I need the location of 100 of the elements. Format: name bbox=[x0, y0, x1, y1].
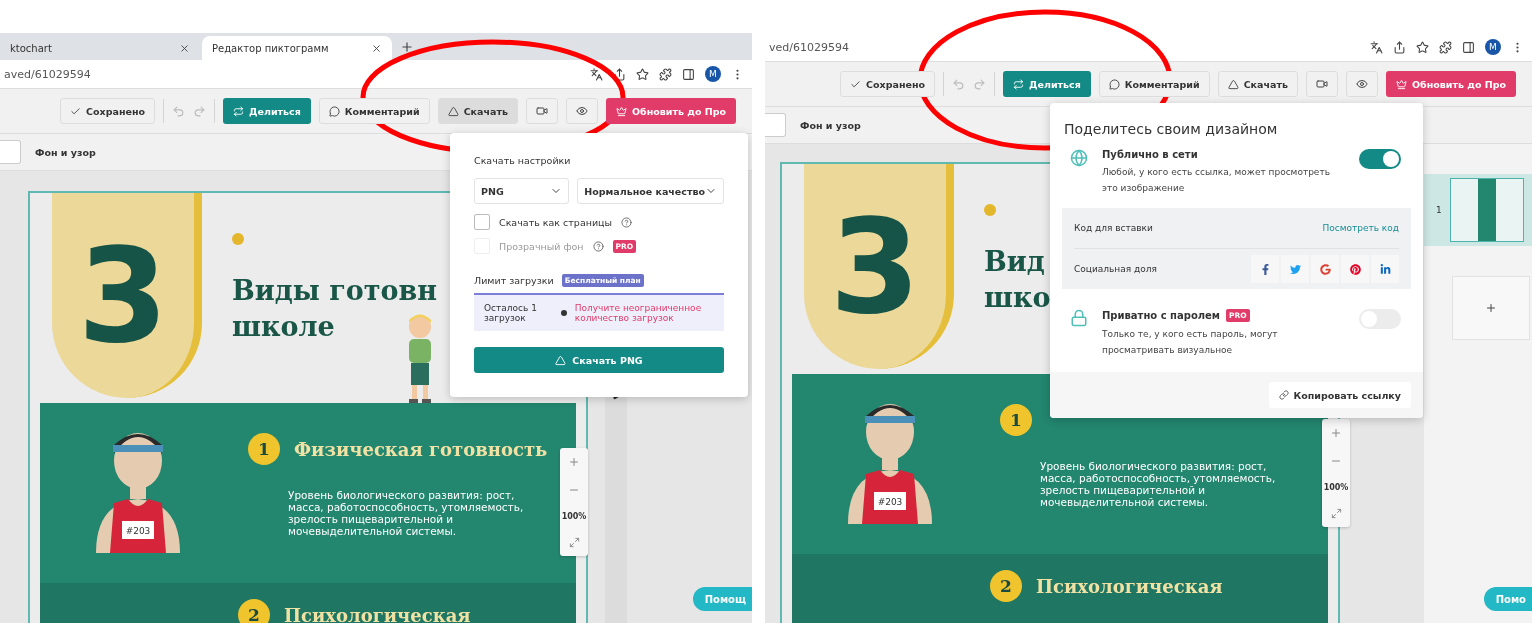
infographic-title-line: школе bbox=[232, 310, 335, 344]
crown-icon bbox=[1395, 78, 1407, 90]
background-pattern-button[interactable]: Фон и узор bbox=[800, 119, 861, 131]
toggle-switch[interactable] bbox=[1359, 149, 1401, 169]
link-icon bbox=[1279, 390, 1290, 400]
infographic-title-line: Виды готовн bbox=[232, 274, 438, 308]
check-icon bbox=[70, 105, 82, 117]
comment-button[interactable]: Комментарий bbox=[318, 98, 430, 124]
close-icon[interactable] bbox=[179, 42, 190, 54]
video-camera-icon bbox=[535, 105, 548, 117]
upgrade-link[interactable]: Получите неограниченное количество загрузок bbox=[574, 303, 714, 323]
option-label: Скачать как страницы bbox=[499, 216, 613, 228]
linkedin-button[interactable] bbox=[1371, 255, 1399, 283]
linkedin-icon bbox=[1379, 263, 1391, 275]
zoom-reading: 100% bbox=[561, 512, 587, 521]
help-icon bbox=[592, 240, 604, 252]
page-item[interactable]: 1 bbox=[1424, 174, 1532, 246]
zoom-in-icon[interactable] bbox=[1330, 427, 1342, 439]
section-number: 2 bbox=[990, 570, 1022, 602]
globe-icon bbox=[1070, 149, 1088, 167]
share-page-icon[interactable] bbox=[613, 67, 626, 81]
background-pattern-button[interactable]: Фон и узор bbox=[35, 146, 96, 158]
check-icon bbox=[850, 78, 862, 90]
comment-icon bbox=[1108, 78, 1120, 90]
triangle-icon bbox=[555, 354, 567, 366]
checkbox[interactable] bbox=[474, 214, 490, 230]
expand-icon[interactable] bbox=[568, 537, 580, 548]
triangle-icon bbox=[1227, 78, 1239, 90]
preview-button[interactable] bbox=[1345, 71, 1378, 97]
comment-icon bbox=[328, 105, 340, 117]
social-label: Социальная доля bbox=[1074, 264, 1157, 274]
video-button[interactable] bbox=[525, 98, 558, 124]
google-button[interactable] bbox=[1311, 255, 1339, 283]
infographic-title-line: шко bbox=[984, 281, 1051, 315]
section-number: 1 bbox=[248, 433, 280, 465]
browser-tab[interactable]: Редактор пиктограмм bbox=[202, 36, 392, 60]
facebook-button[interactable] bbox=[1251, 255, 1279, 283]
option-title: Публично в сети bbox=[1102, 149, 1199, 160]
address-bar[interactable]: ved/61029594 bbox=[769, 40, 1360, 54]
google-icon bbox=[1319, 263, 1331, 275]
profile-avatar[interactable]: M bbox=[1485, 39, 1501, 55]
crown-icon bbox=[615, 105, 627, 117]
close-icon[interactable] bbox=[371, 42, 382, 54]
copy-link-button[interactable]: Копировать ссылку bbox=[1269, 382, 1411, 408]
saved-status-button[interactable]: Сохранено bbox=[840, 71, 935, 97]
eye-icon bbox=[1355, 78, 1368, 90]
new-tab-icon[interactable] bbox=[400, 39, 414, 54]
profile-avatar[interactable]: M bbox=[705, 66, 721, 82]
share-button[interactable]: Делиться bbox=[223, 98, 311, 124]
popover-title: Поделитесь своим дизайном bbox=[1063, 120, 1279, 139]
share-page-icon[interactable] bbox=[1393, 40, 1406, 54]
quality-select[interactable]: Нормальное качество bbox=[577, 178, 724, 204]
extensions-icon[interactable] bbox=[1439, 40, 1452, 54]
share-button[interactable]: Делиться bbox=[1003, 71, 1091, 97]
limit-label: Лимит загрузки bbox=[474, 275, 554, 286]
download-button[interactable]: Скачать bbox=[1217, 71, 1298, 97]
view-code-link[interactable]: Посмотреть код bbox=[1322, 223, 1399, 233]
upgrade-button[interactable]: Обновить до Про bbox=[605, 98, 736, 124]
twitter-button[interactable] bbox=[1281, 255, 1309, 283]
athlete-drawing: #203 bbox=[88, 423, 188, 553]
section-number: 1 bbox=[1000, 404, 1032, 436]
option-text: Только те, у кого есть пароль, могут просматривать визуальное bbox=[1102, 328, 1279, 357]
side-panel-icon[interactable] bbox=[1462, 40, 1475, 54]
translate-icon[interactable] bbox=[1370, 40, 1383, 54]
section-number: 2 bbox=[238, 599, 270, 623]
option-text: Любой, у кого есть ссылка, может просмотреть это изображение bbox=[1102, 166, 1331, 195]
side-panel-icon[interactable] bbox=[682, 67, 695, 81]
upgrade-button[interactable]: Обновить до Про bbox=[1385, 71, 1516, 97]
share-icon bbox=[1013, 78, 1024, 90]
number-banner: 3 bbox=[804, 164, 954, 369]
download-png-button[interactable]: Скачать PNG bbox=[474, 347, 724, 373]
zoom-reading: 100% bbox=[1323, 483, 1349, 492]
pinterest-button[interactable] bbox=[1341, 255, 1369, 283]
eye-icon bbox=[575, 105, 588, 117]
zoom-in-icon[interactable] bbox=[568, 456, 580, 468]
comment-button[interactable]: Комментарий bbox=[1098, 71, 1210, 97]
format-select[interactable]: PNG bbox=[474, 178, 570, 204]
section-text: Уровень биологического развития: рост, масса, работоспособность, утомляемость, зрелость пищеварительной и мочевыделительной системы. bbox=[1040, 460, 1277, 508]
browser-tab[interactable]: ktochart bbox=[0, 36, 200, 60]
athlete-drawing: #203 bbox=[840, 394, 940, 524]
bookmark-star-icon[interactable] bbox=[636, 67, 649, 81]
extensions-icon[interactable] bbox=[659, 67, 672, 81]
address-bar[interactable]: aved/61029594 bbox=[4, 67, 580, 81]
preview-button[interactable] bbox=[565, 98, 598, 124]
plus-icon bbox=[1485, 302, 1497, 314]
translate-icon[interactable] bbox=[590, 67, 603, 81]
video-button[interactable] bbox=[1305, 71, 1338, 97]
expand-icon[interactable] bbox=[1330, 508, 1342, 519]
pinterest-icon bbox=[1349, 263, 1361, 275]
popover-heading: Скачать настройки bbox=[474, 155, 572, 166]
triangle-icon bbox=[447, 105, 459, 117]
help-icon bbox=[621, 216, 633, 228]
bookmark-star-icon[interactable] bbox=[1416, 40, 1429, 54]
option-label: Прозрачный фон bbox=[499, 240, 584, 252]
twitter-icon bbox=[1289, 263, 1301, 275]
remaining-downloads: Осталось 1 загрузок bbox=[484, 303, 538, 323]
saved-status-button[interactable]: Сохранено bbox=[60, 98, 155, 124]
section-title: Психологическая bbox=[284, 604, 471, 623]
download-button[interactable]: Скачать bbox=[437, 98, 518, 124]
lock-icon bbox=[1070, 309, 1088, 327]
